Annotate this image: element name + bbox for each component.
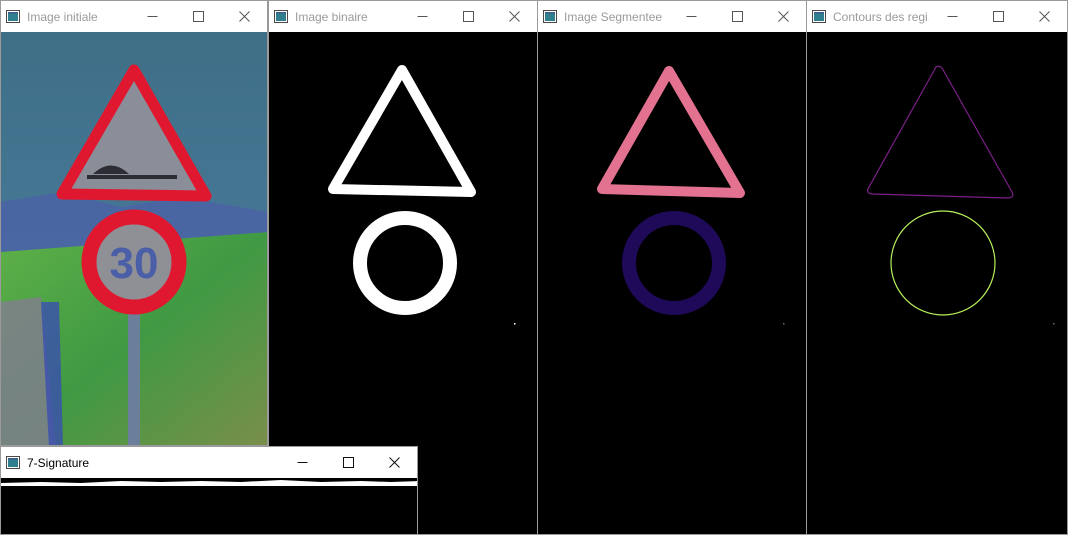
close-icon (238, 11, 250, 22)
contours-image (866, 65, 1055, 325)
maximize-icon (192, 11, 204, 22)
close-button[interactable] (1021, 1, 1067, 32)
close-icon (388, 457, 400, 468)
maximize-button[interactable] (325, 447, 371, 478)
segment-triangle (597, 66, 745, 198)
close-button[interactable] (491, 1, 537, 32)
opencv-window-icon (6, 456, 20, 469)
maximize-button[interactable] (175, 1, 221, 32)
titlebar[interactable]: Image binaire (269, 1, 537, 32)
minimize-icon (147, 16, 157, 17)
noise-pixel (1053, 323, 1055, 325)
signature-plot (1, 480, 417, 486)
maximize-icon (992, 11, 1004, 22)
binary-triangle (328, 65, 476, 197)
window-title: Image binaire (295, 9, 368, 24)
window-contours-des-regions[interactable]: Contours des regi... (806, 0, 1068, 535)
signature-curve (1, 480, 417, 486)
maximize-button[interactable] (445, 1, 491, 32)
image-canvas: 30 (1, 32, 267, 445)
speed-limit-number: 30 (110, 239, 159, 288)
window-title: 7-Signature (27, 455, 90, 470)
opencv-window-icon (812, 10, 826, 23)
maximize-icon (731, 11, 743, 22)
titlebar[interactable]: Image Segmentee (538, 1, 806, 32)
opencv-window-icon (6, 10, 20, 23)
close-button[interactable] (221, 1, 267, 32)
noise-pixel (783, 323, 785, 325)
segment-circle (622, 211, 726, 315)
maximize-icon (462, 11, 474, 22)
minimize-icon (947, 16, 957, 17)
minimize-button[interactable] (668, 1, 714, 32)
window-title: Contours des regi... (833, 9, 929, 24)
contour-circle (890, 210, 996, 316)
contour-triangle (866, 65, 1014, 199)
opencv-window-icon (543, 10, 557, 23)
opencv-window-icon (274, 10, 288, 23)
close-button[interactable] (760, 1, 806, 32)
close-icon (508, 11, 520, 22)
image-canvas (1, 478, 417, 534)
titlebar[interactable]: 7-Signature (1, 447, 417, 478)
close-icon (777, 11, 789, 22)
original-image: 30 (1, 32, 267, 445)
segmented-image (597, 66, 785, 325)
minimize-icon (417, 16, 427, 17)
titlebar[interactable]: Contours des regi... (807, 1, 1067, 32)
binary-circle (353, 211, 457, 315)
window-title: Image initiale (27, 9, 98, 24)
window-image-initiale[interactable]: Image initiale 30 (0, 0, 268, 446)
window-image-segmentee[interactable]: Image Segmentee (537, 0, 807, 535)
image-canvas (538, 32, 806, 534)
titlebar[interactable]: Image initiale (1, 1, 267, 32)
minimize-button[interactable] (399, 1, 445, 32)
minimize-button[interactable] (129, 1, 175, 32)
image-canvas (807, 32, 1067, 534)
window-title: Image Segmentee (564, 9, 663, 24)
close-icon (1038, 11, 1050, 22)
noise-pixel (514, 323, 516, 325)
minimize-icon (297, 462, 307, 463)
close-button[interactable] (371, 447, 417, 478)
maximize-icon (342, 457, 354, 468)
minimize-button[interactable] (279, 447, 325, 478)
window-signature[interactable]: 7-Signature (0, 446, 418, 535)
maximize-button[interactable] (975, 1, 1021, 32)
minimize-icon (686, 16, 696, 17)
minimize-button[interactable] (929, 1, 975, 32)
maximize-button[interactable] (714, 1, 760, 32)
